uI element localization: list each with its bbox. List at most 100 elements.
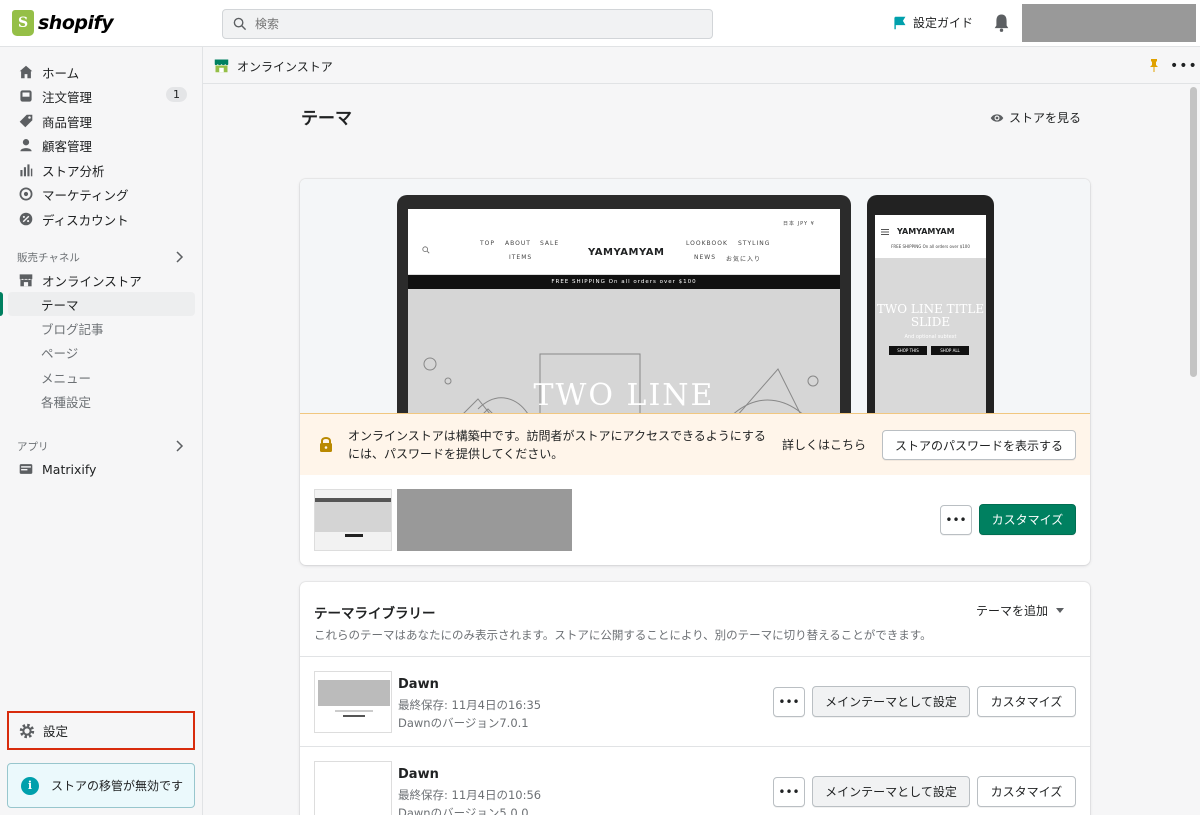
store-transfer-banner[interactable]: i ストアの移管が無効です	[7, 763, 195, 808]
chevron-right-icon[interactable]	[174, 440, 184, 452]
sidebar-item-orders[interactable]: 注文管理 1	[8, 84, 195, 108]
sidebar-item-settings[interactable]: 設定	[7, 711, 195, 750]
store-icon	[19, 274, 33, 287]
info-icon: i	[21, 776, 39, 795]
sidebar-item-matrixify[interactable]: Matrixify	[8, 457, 195, 481]
sidebar-item-label: オンラインストア	[42, 273, 142, 289]
sidebar-item-label: マーケティング	[42, 187, 129, 203]
theme-customize-button[interactable]: カスタマイズ	[977, 686, 1076, 717]
current-theme-more-button[interactable]: •••	[940, 505, 972, 535]
add-theme-button[interactable]: テーマを追加	[976, 602, 1065, 619]
theme-thumbnail	[314, 761, 392, 815]
preview-nav-item: NEWS	[694, 254, 717, 261]
sidebar-subitem-navigation[interactable]: メニュー	[8, 365, 195, 389]
library-theme-row: Dawn 最終保存: 11月4日の10:56 Dawnのバージョン5.0.0 •…	[300, 746, 1090, 815]
search-icon	[233, 17, 247, 31]
page-title: テーマ	[301, 109, 352, 129]
theme-customize-button[interactable]: カスタマイズ	[977, 776, 1076, 807]
more-options-icon[interactable]: •••	[1170, 58, 1198, 74]
sidebar: ホーム 注文管理 1 商品管理 顧客管理 ストア分析 マーケティング ディスカウ…	[0, 47, 203, 815]
shopify-logo[interactable]: shopify	[12, 10, 114, 36]
preview-nav-item: お気に入り	[726, 256, 762, 263]
view-store-label: ストアを見る	[1009, 111, 1082, 125]
setup-guide-link[interactable]: 設定ガイド	[893, 14, 973, 31]
sidebar-item-label: Matrixify	[42, 461, 97, 477]
sidebar-subitem-pages[interactable]: ページ	[8, 340, 195, 364]
theme-name: Dawn	[398, 677, 439, 692]
view-store-link[interactable]: ストアを見る	[990, 109, 1081, 126]
theme-more-button[interactable]: •••	[773, 687, 805, 717]
sidebar-subitem-preferences[interactable]: 各種設定	[8, 389, 195, 413]
apps-heading: アプリ	[17, 441, 49, 453]
caret-down-icon	[1056, 607, 1065, 613]
theme-preview[interactable]: 日本 JPY ¥ TOP ABOUT SALE ITEMS YAMYAMYAM …	[300, 179, 1090, 413]
current-theme-info-redacted	[397, 489, 572, 551]
sidebar-item-label: ストア分析	[42, 163, 105, 179]
chevron-right-icon[interactable]	[174, 251, 184, 263]
mobile-brand: YAMYAMYAM	[897, 227, 955, 236]
preview-nav-item: TOP	[480, 240, 496, 247]
theme-library-title: テーマライブラリー	[314, 606, 436, 622]
preview-shipping-bar: FREE SHIPPING On all orders over $100	[408, 275, 840, 289]
lock-icon	[320, 437, 332, 452]
theme-name: Dawn	[398, 767, 439, 782]
store-transfer-text: ストアの移管が無効です	[51, 779, 184, 793]
tag-icon	[19, 114, 33, 128]
sidebar-subitem-blog-posts[interactable]: ブログ記事	[8, 316, 195, 340]
sales-channels-heading: 販売チャネル	[17, 252, 80, 264]
theme-more-button[interactable]: •••	[773, 777, 805, 807]
password-notice-banner: オンラインストアは構築中です。訪問者がストアにアクセスできるようにするには、パス…	[300, 413, 1090, 475]
sidebar-item-discounts[interactable]: ディスカウント	[8, 207, 195, 231]
preview-nav-item: LOOKBOOK	[686, 240, 728, 247]
person-icon	[20, 139, 32, 152]
search-icon	[422, 246, 430, 254]
add-theme-label: テーマを追加	[976, 604, 1049, 618]
sidebar-item-analytics[interactable]: ストア分析	[8, 158, 195, 182]
pin-icon[interactable]	[1149, 59, 1159, 72]
theme-library-description: これらのテーマはあなたにのみ表示されます。ストアに公開することにより、別のテーマ…	[314, 628, 932, 642]
customize-button[interactable]: カスタマイズ	[979, 504, 1076, 535]
search-input[interactable]	[255, 10, 695, 38]
account-menu[interactable]	[1022, 4, 1196, 42]
learn-more-link[interactable]: 詳しくはこちら	[782, 436, 866, 453]
theme-version: Dawnのバージョン5.0.0	[398, 806, 529, 815]
mobile-shop-all-button: SHOP ALL	[931, 346, 969, 355]
theme-library-card: テーマライブラリー テーマを追加 これらのテーマはあなたにのみ表示されます。スト…	[300, 582, 1090, 815]
sidebar-item-products[interactable]: 商品管理	[8, 109, 195, 133]
sidebar-item-label: 注文管理	[42, 89, 93, 105]
gear-icon	[19, 723, 35, 738]
sidebar-item-customers[interactable]: 顧客管理	[8, 133, 195, 157]
target-icon	[19, 187, 33, 201]
publish-theme-button[interactable]: メインテーマとして設定	[812, 686, 970, 717]
current-theme-card: 日本 JPY ¥ TOP ABOUT SALE ITEMS YAMYAMYAM …	[300, 179, 1090, 565]
preview-brand: YAMYAMYAM	[588, 247, 665, 258]
sidebar-subitem-themes[interactable]: テーマ	[8, 292, 195, 316]
search-bar[interactable]	[222, 9, 713, 39]
online-store-icon	[214, 59, 229, 73]
theme-thumbnail	[314, 671, 392, 733]
mobile-hero-subtitle: And optional subtext	[904, 334, 957, 340]
breadcrumb: オンラインストア	[237, 60, 333, 74]
setup-guide-label: 設定ガイド	[913, 16, 974, 30]
sidebar-item-home[interactable]: ホーム	[8, 60, 195, 84]
bar-chart-icon	[20, 164, 33, 177]
context-bar: オンラインストア •••	[203, 47, 1200, 84]
scrollbar[interactable]	[1190, 87, 1197, 377]
active-indicator	[0, 292, 3, 316]
current-theme-thumbnail	[314, 489, 392, 551]
current-theme-row: ••• カスタマイズ	[300, 475, 1090, 565]
main-content: オンラインストア ••• テーマ ストアを見る 日本 JPY ¥ TOP ABO…	[203, 47, 1200, 815]
preview-nav-item: SALE	[540, 240, 560, 247]
mobile-shop-this-button: SHOP THIS	[889, 346, 927, 355]
sidebar-item-online-store[interactable]: オンラインストア	[8, 268, 195, 292]
sidebar-item-marketing[interactable]: マーケティング	[8, 182, 195, 206]
orders-count-badge: 1	[166, 87, 187, 102]
shopify-bag-icon	[12, 10, 34, 36]
mobile-shipping: FREE SHIPPING On all orders over $100	[891, 244, 970, 249]
mobile-hero: TWO LINE TITLE SLIDE And optional subtex…	[875, 258, 986, 413]
publish-theme-button[interactable]: メインテーマとして設定	[812, 776, 970, 807]
library-theme-row: Dawn 最終保存: 11月4日の16:35 Dawnのバージョン7.0.1 •…	[300, 656, 1090, 746]
show-password-button[interactable]: ストアのパスワードを表示する	[882, 430, 1076, 460]
preview-hero-title: TWO LINE	[533, 378, 715, 413]
bell-icon[interactable]	[993, 13, 1010, 33]
